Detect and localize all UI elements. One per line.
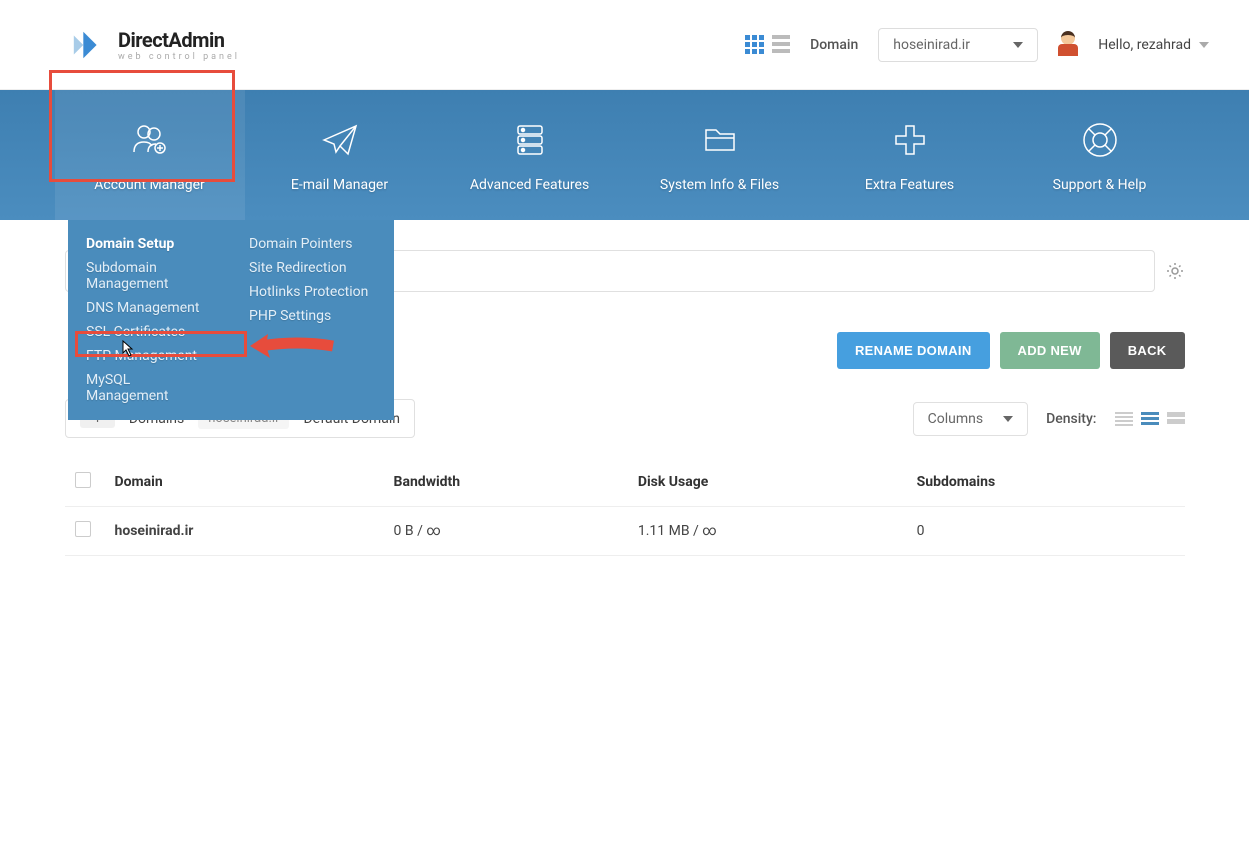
- logo-subtitle: web control panel: [118, 52, 240, 62]
- row-checkbox[interactable]: [75, 521, 91, 537]
- domains-table: Domain Bandwidth Disk Usage Subdomains h…: [65, 458, 1185, 556]
- table-row[interactable]: hoseinirad.ir 0 B / ∞ 1.11 MB / ∞ 0: [65, 507, 1185, 556]
- account-manager-dropdown: Domain Setup Subdomain Management DNS Ma…: [68, 220, 394, 420]
- nav-account-manager[interactable]: Account Manager: [55, 90, 245, 220]
- domain-select-value: hoseinirad.ir: [893, 37, 970, 53]
- nav-system-info[interactable]: System Info & Files: [625, 90, 815, 220]
- top-bar: DirectAdmin web control panel Domain hos…: [0, 0, 1249, 90]
- columns-label: Columns: [928, 411, 983, 427]
- annotation-arrow: [248, 328, 338, 368]
- dropdown-item-dns[interactable]: DNS Management: [86, 296, 213, 320]
- server-icon: [508, 118, 552, 162]
- gear-icon: [1166, 262, 1184, 280]
- dropdown-item-redirection[interactable]: Site Redirection: [249, 256, 376, 280]
- density-label: Density:: [1046, 411, 1096, 427]
- dropdown-item-ssl[interactable]: SSL Certificates: [86, 320, 213, 344]
- dropdown-item-ftp[interactable]: FTP Management: [86, 344, 213, 368]
- main-nav: Account Manager E-mail Manager Advanced …: [0, 90, 1249, 220]
- list-view-icon[interactable]: [772, 35, 790, 54]
- nav-support-help[interactable]: Support & Help: [1005, 90, 1195, 220]
- back-button[interactable]: BACK: [1110, 332, 1185, 369]
- avatar[interactable]: [1058, 31, 1078, 59]
- dropdown-item-domain-setup[interactable]: Domain Setup: [86, 232, 213, 256]
- settings-button[interactable]: [1165, 261, 1185, 281]
- nav-email-manager[interactable]: E-mail Manager: [245, 90, 435, 220]
- cursor-icon: [118, 340, 134, 362]
- density-loose-icon[interactable]: [1167, 412, 1185, 426]
- nav-label: E-mail Manager: [291, 177, 388, 193]
- column-header-bandwidth[interactable]: Bandwidth: [384, 458, 628, 507]
- nav-label: Account Manager: [94, 177, 205, 193]
- column-header-disk[interactable]: Disk Usage: [628, 458, 907, 507]
- paper-plane-icon: [318, 118, 362, 162]
- logo-icon: [70, 26, 108, 64]
- lifebuoy-icon: [1078, 118, 1122, 162]
- nav-label: System Info & Files: [660, 177, 779, 193]
- nav-label: Support & Help: [1053, 177, 1147, 193]
- dropdown-item-subdomain[interactable]: Subdomain Management: [86, 256, 213, 296]
- cell-domain: hoseinirad.ir: [115, 523, 194, 539]
- chevron-down-icon: [1013, 42, 1023, 48]
- cell-subdomains: 0: [907, 507, 1185, 556]
- dropdown-item-php[interactable]: PHP Settings: [249, 304, 376, 328]
- columns-select[interactable]: Columns: [913, 402, 1028, 436]
- plus-icon: [888, 118, 932, 162]
- column-header-subdomains[interactable]: Subdomains: [907, 458, 1185, 507]
- view-toggle-group: [745, 35, 790, 54]
- logo[interactable]: DirectAdmin web control panel: [70, 26, 240, 64]
- density-normal-icon[interactable]: [1141, 412, 1159, 426]
- dropdown-item-pointers[interactable]: Domain Pointers: [249, 232, 376, 256]
- users-icon: [128, 118, 172, 162]
- logo-title: DirectAdmin: [118, 28, 240, 52]
- density-compact-icon[interactable]: [1115, 412, 1133, 426]
- cell-disk: 1.11 MB / ∞: [628, 507, 907, 556]
- cell-bandwidth: 0 B / ∞: [384, 507, 628, 556]
- nav-label: Extra Features: [865, 177, 954, 193]
- dropdown-item-hotlinks[interactable]: Hotlinks Protection: [249, 280, 376, 304]
- chevron-down-icon: [1199, 42, 1209, 48]
- chevron-down-icon: [1003, 416, 1013, 422]
- nav-label: Advanced Features: [470, 177, 589, 193]
- domain-select[interactable]: hoseinirad.ir: [878, 28, 1038, 62]
- user-greeting[interactable]: Hello, rezahrad: [1098, 37, 1209, 53]
- add-new-button[interactable]: ADD NEW: [1000, 332, 1100, 369]
- nav-extra-features[interactable]: Extra Features: [815, 90, 1005, 220]
- nav-advanced-features[interactable]: Advanced Features: [435, 90, 625, 220]
- folder-icon: [698, 118, 742, 162]
- column-header-domain[interactable]: Domain: [105, 458, 384, 507]
- domain-label: Domain: [810, 37, 858, 53]
- grid-view-icon[interactable]: [745, 35, 764, 54]
- dropdown-item-mysql[interactable]: MySQL Management: [86, 368, 213, 408]
- select-all-checkbox[interactable]: [75, 472, 91, 488]
- rename-domain-button[interactable]: RENAME DOMAIN: [837, 332, 990, 369]
